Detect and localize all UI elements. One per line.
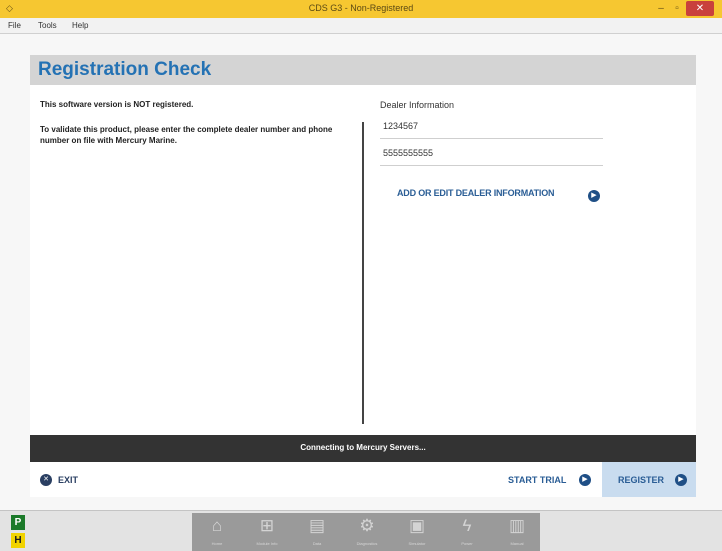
toolbar-diagnostics[interactable]: ⚙ Diagnostics <box>342 513 392 551</box>
diagnostics-icon: ⚙ <box>359 516 375 535</box>
close-button[interactable]: ✕ <box>686 1 714 16</box>
arrow-right-circle-icon: ▶ <box>675 474 687 486</box>
manual-icon: ▥ <box>508 516 526 535</box>
menu-help[interactable]: Help <box>72 21 88 30</box>
simulator-icon: ▣ <box>408 516 426 535</box>
nav-toolbar: ⌂ Home ⊞ Module Info ▤ Data ⚙ Diagnostic… <box>192 513 540 551</box>
button-row <box>30 462 696 497</box>
page-title: Registration Check <box>38 59 212 80</box>
toolbar-simulator[interactable]: ▣ Simulator <box>392 513 442 551</box>
menu-bar: File Tools Help <box>0 18 722 34</box>
toolbar-module[interactable]: ⊞ Module Info <box>242 513 292 551</box>
module-icon: ⊞ <box>259 516 275 535</box>
instructions-message: To validate this product, please enter t… <box>40 125 333 145</box>
minimize-button[interactable]: – <box>654 1 668 16</box>
arrow-right-circle-icon: ▶ <box>579 474 591 486</box>
dealer-info-label: Dealer Information <box>380 100 455 110</box>
toolbar-label: Simulator <box>408 541 426 546</box>
panel-divider <box>362 122 364 424</box>
window-title: CDS G3 - Non-Registered <box>308 3 414 13</box>
menu-file[interactable]: File <box>8 21 21 30</box>
dealer-phone-field[interactable]: 5555555555 <box>380 145 603 166</box>
toolbar-label: Power <box>461 541 473 546</box>
toolbar-label: Manual <box>510 541 524 546</box>
h-badge: H <box>11 533 25 548</box>
menu-tools[interactable]: Tools <box>38 21 57 30</box>
arrow-right-circle-icon[interactable]: ▶ <box>588 190 600 202</box>
title-bar: ◇ CDS G3 - Non-Registered – ▫ ✕ <box>0 0 722 18</box>
close-circle-icon: ✕ <box>40 474 52 486</box>
register-button[interactable]: REGISTER ▶ <box>602 462 696 497</box>
dealer-number-field[interactable]: 1234567 <box>380 118 603 139</box>
toolbar-data[interactable]: ▤ Data <box>292 513 342 551</box>
maximize-button[interactable]: ▫ <box>670 1 684 16</box>
toolbar-home[interactable]: ⌂ Home <box>192 513 242 551</box>
power-icon: ϟ <box>462 516 472 535</box>
toolbar-label: Data <box>312 541 322 546</box>
status-text: Connecting to Mercury Servers... <box>300 443 426 452</box>
data-icon: ▤ <box>308 516 326 535</box>
not-registered-message: This software version is NOT registered. <box>40 100 194 109</box>
start-trial-label: START TRIAL <box>508 475 567 485</box>
register-label: REGISTER <box>618 475 665 485</box>
toolbar-label: Diagnostics <box>356 541 378 546</box>
toolbar-manual[interactable]: ▥ Manual <box>492 513 542 551</box>
status-bar: Connecting to Mercury Servers... <box>30 435 696 462</box>
add-edit-dealer-link[interactable]: ADD OR EDIT DEALER INFORMATION <box>397 188 555 198</box>
toolbar-power[interactable]: ϟ Power <box>442 513 492 551</box>
toolbar-label: Home <box>211 541 223 546</box>
p-badge: P <box>11 515 25 530</box>
home-icon: ⌂ <box>211 516 223 535</box>
toolbar-label: Module Info <box>256 541 278 546</box>
exit-label: EXIT <box>58 475 79 485</box>
page-header: Registration Check <box>30 55 696 85</box>
